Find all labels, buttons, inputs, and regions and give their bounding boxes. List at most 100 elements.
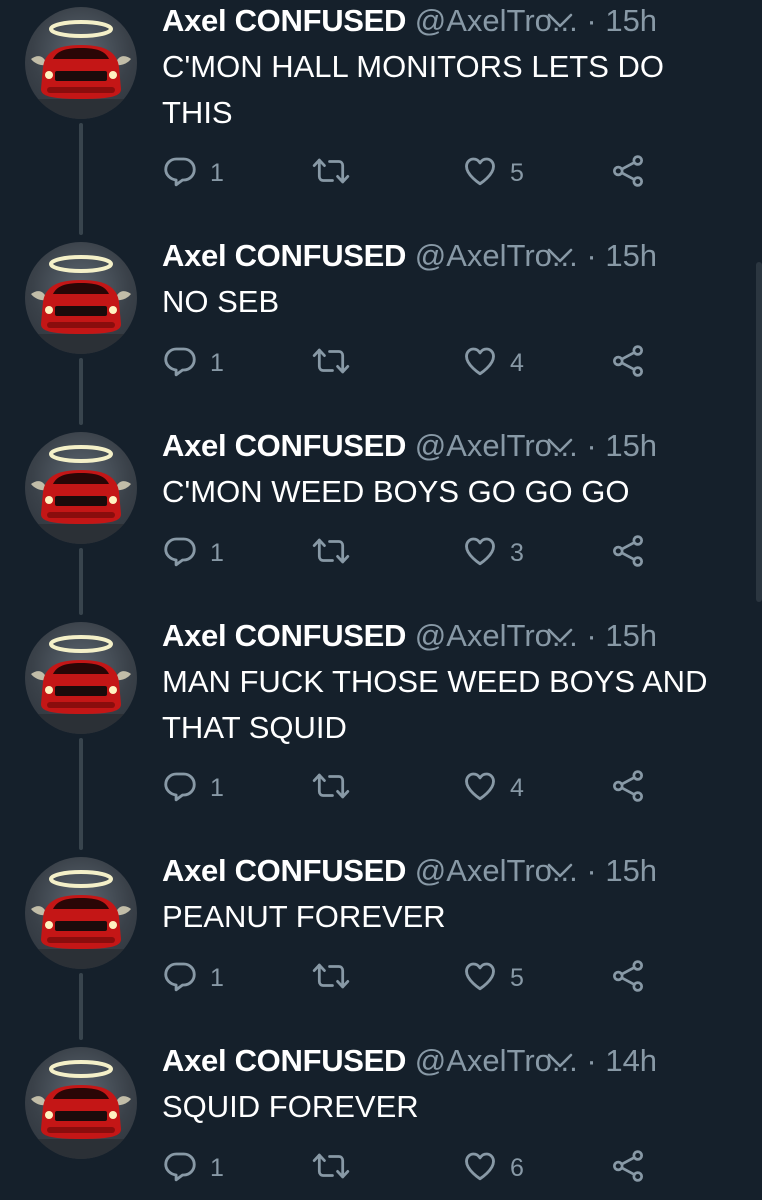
timestamp[interactable]: 15h [605, 3, 657, 38]
avatar[interactable] [25, 1047, 137, 1159]
tweet[interactable]: Axel CONFUSED @AxelTro... · 15h C'MON WE… [0, 425, 762, 615]
heart-icon [462, 153, 498, 194]
like-button[interactable]: 3 [462, 533, 524, 573]
reply-button[interactable]: 1 [162, 533, 224, 573]
tweet-text: PEANUT FOREVER [162, 899, 446, 934]
thread-line [79, 548, 83, 615]
like-button[interactable]: 5 [462, 153, 524, 193]
tweet-text: SQUID FOREVER [162, 1089, 419, 1124]
avatar[interactable] [25, 622, 137, 734]
avatar[interactable] [25, 432, 137, 544]
reply-icon [162, 533, 198, 574]
reply-count: 1 [210, 348, 224, 377]
chevron-down-icon[interactable] [546, 1052, 574, 1075]
retweet-icon [312, 958, 350, 999]
tweet-header: Axel CONFUSED @AxelTro... · 15h [162, 615, 742, 657]
reply-count: 1 [210, 963, 224, 992]
retweet-button[interactable] [312, 343, 350, 383]
tweet-header: Axel CONFUSED @AxelTro... · 15h [162, 235, 742, 277]
timestamp[interactable]: 15h [605, 618, 657, 653]
reply-button[interactable]: 1 [162, 343, 224, 383]
like-button[interactable]: 5 [462, 958, 524, 998]
retweet-icon [312, 533, 350, 574]
share-button[interactable] [610, 768, 646, 808]
share-icon [610, 153, 646, 194]
share-button[interactable] [610, 533, 646, 573]
like-button[interactable]: 4 [462, 768, 524, 808]
tweet[interactable]: Axel CONFUSED @AxelTro... · 15h MAN FUCK… [0, 615, 762, 850]
scrollbar[interactable] [756, 262, 762, 602]
tweet-actions: 1 5 [162, 958, 722, 998]
avatar[interactable] [25, 242, 137, 354]
tweet[interactable]: Axel CONFUSED @AxelTro... · 14h SQUID FO… [0, 1040, 762, 1200]
heart-icon [462, 343, 498, 384]
tweet[interactable]: Axel CONFUSED @AxelTro... · 15h PEANUT F… [0, 850, 762, 1040]
retweet-button[interactable] [312, 153, 350, 193]
share-icon [610, 958, 646, 999]
display-name[interactable]: Axel CONFUSED [162, 853, 406, 888]
heart-icon [462, 958, 498, 999]
share-icon [610, 1148, 646, 1189]
tweet-actions: 1 3 [162, 533, 722, 573]
tweet-text: C'MON HALL MONITORS LETS DO THIS [162, 49, 664, 130]
reply-icon [162, 1148, 198, 1189]
retweet-button[interactable] [312, 958, 350, 998]
retweet-icon [312, 768, 350, 809]
tweet-actions: 1 5 [162, 153, 722, 193]
display-name[interactable]: Axel CONFUSED [162, 1043, 406, 1078]
like-count: 4 [510, 773, 524, 802]
display-name[interactable]: Axel CONFUSED [162, 3, 406, 38]
thread-line [79, 738, 83, 850]
chevron-down-icon[interactable] [546, 247, 574, 270]
like-count: 3 [510, 538, 524, 567]
chevron-down-icon[interactable] [546, 862, 574, 885]
heart-icon [462, 768, 498, 809]
share-button[interactable] [610, 1148, 646, 1188]
reply-count: 1 [210, 1153, 224, 1182]
retweet-button[interactable] [312, 1148, 350, 1188]
share-icon [610, 768, 646, 809]
reply-count: 1 [210, 538, 224, 567]
timestamp[interactable]: 14h [605, 1043, 657, 1078]
timestamp[interactable]: 15h [605, 428, 657, 463]
display-name[interactable]: Axel CONFUSED [162, 428, 406, 463]
retweet-button[interactable] [312, 533, 350, 573]
reply-count: 1 [210, 773, 224, 802]
reply-button[interactable]: 1 [162, 768, 224, 808]
like-button[interactable]: 6 [462, 1148, 524, 1188]
like-count: 6 [510, 1153, 524, 1182]
tweet-header: Axel CONFUSED @AxelTro... · 15h [162, 0, 742, 42]
avatar[interactable] [25, 857, 137, 969]
reply-button[interactable]: 1 [162, 153, 224, 193]
chevron-down-icon[interactable] [546, 627, 574, 650]
tweet[interactable]: Axel CONFUSED @AxelTro... · 15h NO SEB 1… [0, 235, 762, 425]
tweet[interactable]: Axel CONFUSED @AxelTro... · 15h C'MON HA… [0, 0, 762, 235]
tweet-header: Axel CONFUSED @AxelTro... · 15h [162, 850, 742, 892]
chevron-down-icon[interactable] [546, 437, 574, 460]
tweet-actions: 1 4 [162, 768, 722, 808]
separator-dot: · [586, 618, 597, 653]
like-button[interactable]: 4 [462, 343, 524, 383]
display-name[interactable]: Axel CONFUSED [162, 238, 406, 273]
retweet-icon [312, 153, 350, 194]
display-name[interactable]: Axel CONFUSED [162, 618, 406, 653]
reply-button[interactable]: 1 [162, 958, 224, 998]
share-button[interactable] [610, 153, 646, 193]
chevron-down-icon[interactable] [546, 12, 574, 35]
thread-line [79, 358, 83, 425]
retweet-button[interactable] [312, 768, 350, 808]
avatar[interactable] [25, 7, 137, 119]
timestamp[interactable]: 15h [605, 238, 657, 273]
separator-dot: · [586, 428, 597, 463]
reply-button[interactable]: 1 [162, 1148, 224, 1188]
share-button[interactable] [610, 343, 646, 383]
tweet-text: NO SEB [162, 284, 280, 319]
share-button[interactable] [610, 958, 646, 998]
thread-line [79, 123, 83, 235]
timestamp[interactable]: 15h [605, 853, 657, 888]
tweet-actions: 1 4 [162, 343, 722, 383]
like-count: 4 [510, 348, 524, 377]
tweet-text: MAN FUCK THOSE WEED BOYS AND THAT SQUID [162, 664, 708, 745]
tweet-thread: Axel CONFUSED @AxelTro... · 15h C'MON HA… [0, 0, 762, 1200]
like-count: 5 [510, 158, 524, 187]
